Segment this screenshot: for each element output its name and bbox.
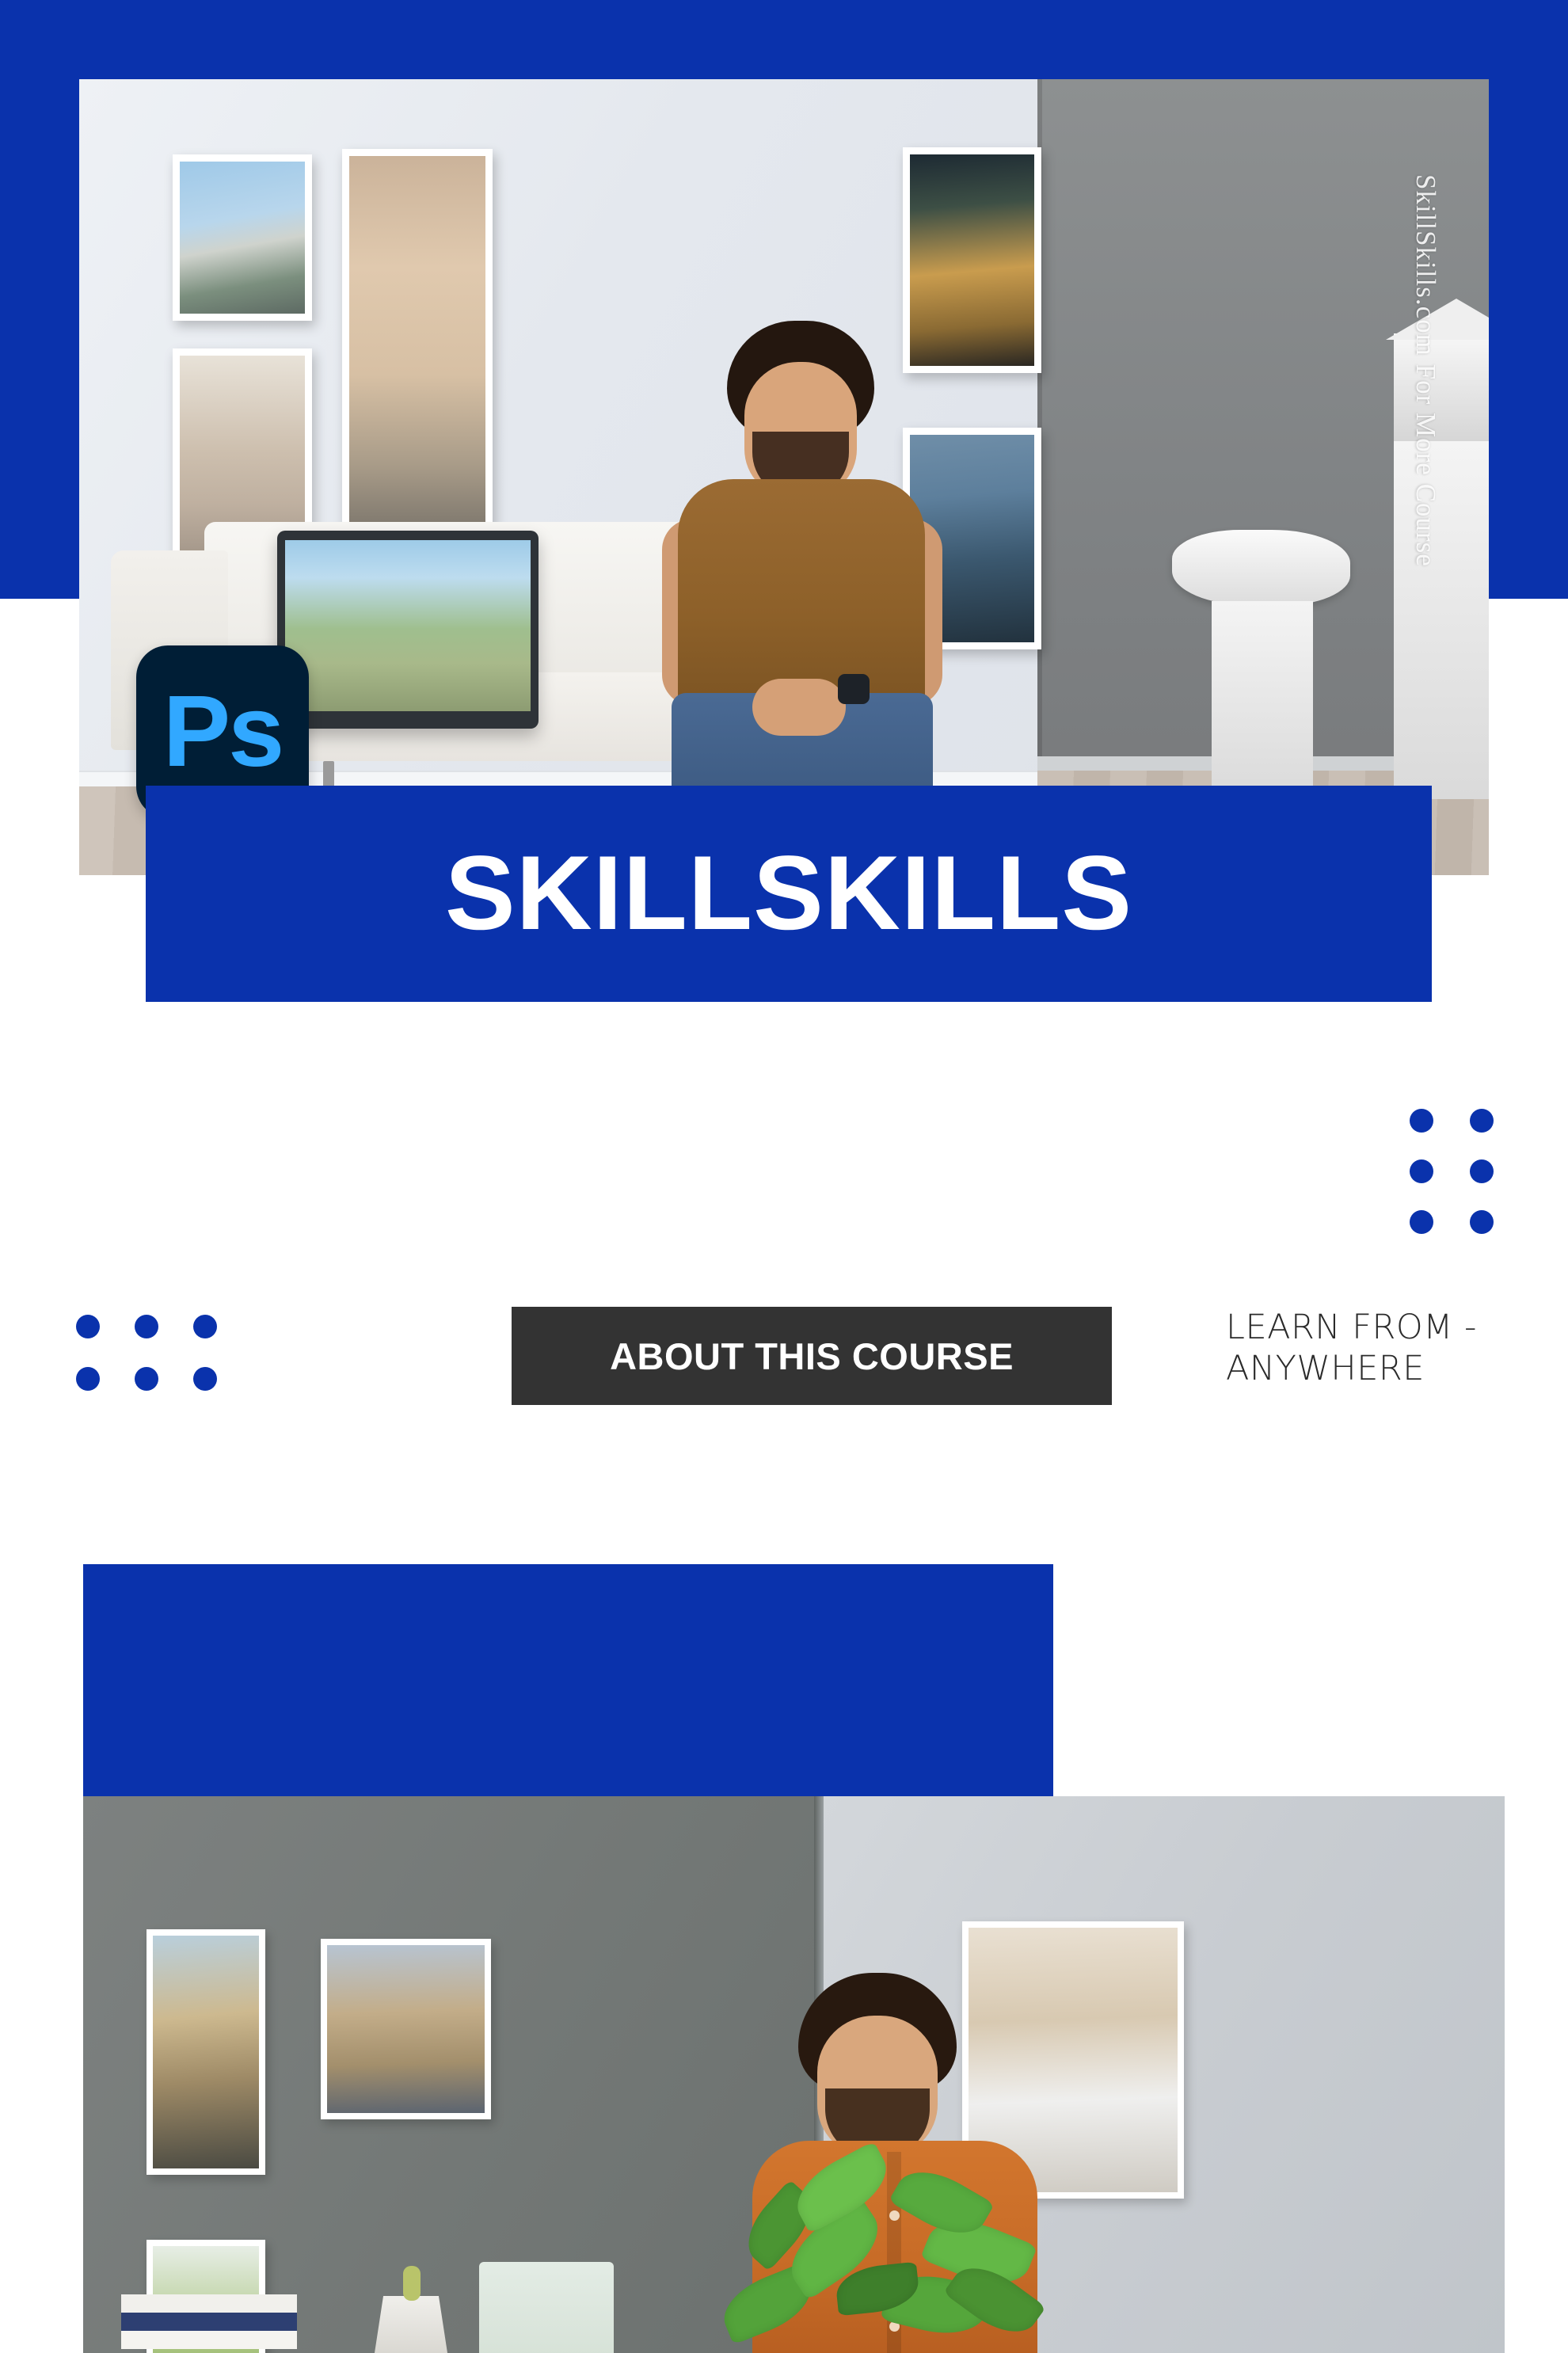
tagline-line-2: ANYWHERE [1226, 1349, 1425, 1389]
section-heading: ABOUT THIS COURSE [610, 1335, 1014, 1377]
bottom-book-stack [121, 2294, 297, 2353]
dot [76, 1367, 100, 1391]
page-title: SKILLSKILLS [444, 835, 1133, 952]
instructor-shirt [678, 479, 925, 709]
tagline-line-1: LEARN FROM - [1226, 1308, 1477, 1347]
instructor-hands [752, 679, 846, 736]
dot [76, 1315, 100, 1338]
title-banner: SKILLSKILLS [146, 786, 1432, 1002]
photoshop-icon-label: Ps [162, 675, 285, 788]
bottom-framed-print-3 [321, 1939, 491, 2119]
dot [1470, 1210, 1494, 1234]
watermark-text: SkillSkills.com For More Course [1410, 174, 1441, 567]
lower-blue-block [83, 1564, 1053, 1796]
dot [135, 1315, 158, 1338]
hero-tablet-screen [285, 540, 531, 711]
dot-grid-icon-left [76, 1315, 222, 1395]
bottom-fiddle-leaf-plant [697, 2092, 1077, 2353]
hero-pedestal-2 [1394, 441, 1489, 799]
bottom-lamp-shade [479, 2262, 614, 2353]
dot [193, 1315, 217, 1338]
dot [135, 1367, 158, 1391]
hero-framed-print-3 [342, 149, 493, 561]
tagline: LEARN FROM - ANYWHERE [1226, 1307, 1543, 1390]
book [121, 2313, 297, 2331]
hero-architecture-model-a [1172, 530, 1350, 606]
bottom-photo [83, 1796, 1505, 2353]
instructor-watch [838, 674, 870, 704]
dot [1470, 1109, 1494, 1133]
dot-grid-icon-right [1410, 1109, 1498, 1239]
book [121, 2294, 297, 2313]
dot [1410, 1109, 1433, 1133]
bottom-framed-print-1 [147, 1929, 265, 2175]
hero-architecture-model-b [1394, 333, 1489, 444]
dot [1470, 1159, 1494, 1183]
hero-framed-print-1 [173, 154, 312, 321]
dot [1410, 1210, 1433, 1234]
poster-canvas: SkillSkills.com For More Course Ps SKILL… [0, 0, 1568, 2353]
book [121, 2331, 297, 2349]
hero-tablet-device [277, 531, 539, 729]
bottom-cactus [403, 2266, 421, 2301]
dot [193, 1367, 217, 1391]
hero-pedestal-1 [1212, 601, 1313, 799]
dot [1410, 1159, 1433, 1183]
about-this-course-bar: ABOUT THIS COURSE [512, 1307, 1112, 1405]
bottom-planter [375, 2296, 447, 2353]
